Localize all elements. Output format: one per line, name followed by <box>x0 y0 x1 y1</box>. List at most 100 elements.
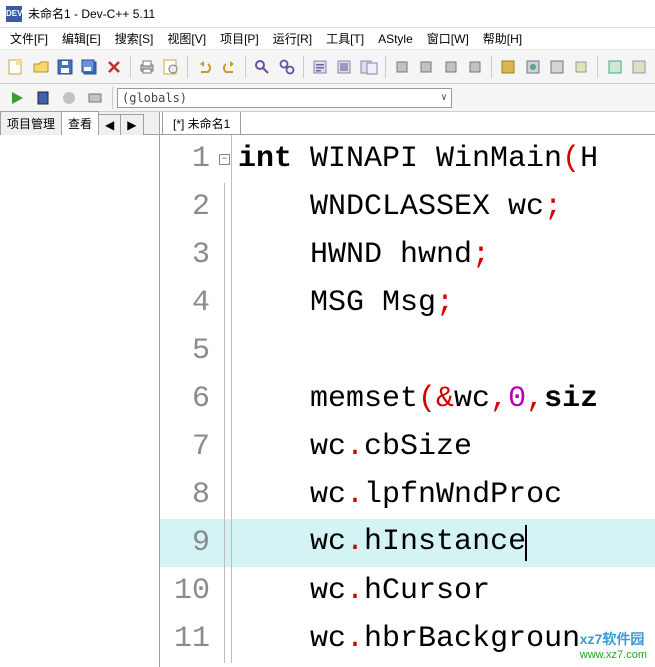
code-line[interactable]: 11 wc.hbrBackgroun <box>160 615 655 663</box>
debug-out-icon[interactable] <box>465 56 485 78</box>
separator <box>597 56 598 78</box>
code-editor[interactable]: 1−int WINAPI WinMain(H2 WNDCLASSEX wc;3 … <box>160 134 655 667</box>
fold-gutter <box>218 183 232 231</box>
menu-window[interactable]: 窗口[W] <box>421 28 475 49</box>
code-text: HWND hwnd; <box>232 238 490 272</box>
run-play-icon[interactable] <box>6 87 28 109</box>
fold-gutter <box>218 471 232 519</box>
close-icon[interactable] <box>103 56 123 78</box>
line-number: 9 <box>160 526 218 560</box>
line-number: 1 <box>160 142 218 176</box>
toolbar-c-icon[interactable] <box>547 56 567 78</box>
debug-into-icon[interactable] <box>440 56 460 78</box>
run-icon[interactable] <box>334 56 354 78</box>
line-number: 4 <box>160 286 218 320</box>
fold-gutter <box>218 615 232 663</box>
undo-icon[interactable] <box>194 56 214 78</box>
find-icon[interactable] <box>252 56 272 78</box>
code-line[interactable]: 9 wc.hInstance <box>160 519 655 567</box>
code-text: WNDCLASSEX wc; <box>232 190 562 224</box>
code-line[interactable]: 7 wc.cbSize <box>160 423 655 471</box>
separator <box>385 56 386 78</box>
code-text: memset(&wc,0,siz <box>232 382 598 416</box>
line-number: 2 <box>160 190 218 224</box>
print-icon[interactable] <box>137 56 157 78</box>
combo-text: (globals) <box>122 91 187 105</box>
sidebar-nav-left[interactable]: ◀ <box>98 114 121 135</box>
debug-step-icon[interactable] <box>392 56 412 78</box>
code-text: int WINAPI WinMain(H <box>232 142 598 176</box>
stop-icon[interactable] <box>58 87 80 109</box>
sidebar-tabs: 项目管理 查看 ◀ ▶ <box>0 112 159 134</box>
toolbar-main <box>0 50 655 84</box>
toolbar-d-icon[interactable] <box>571 56 591 78</box>
chevron-down-icon: ∨ <box>441 92 447 103</box>
debug-book-icon[interactable] <box>32 87 54 109</box>
code-line[interactable]: 8 wc.lpfnWndProc <box>160 471 655 519</box>
debug-over-icon[interactable] <box>416 56 436 78</box>
code-text: MSG Msg; <box>232 286 454 320</box>
debug-toggle-icon[interactable] <box>84 87 106 109</box>
menu-astyle[interactable]: AStyle <box>372 30 419 48</box>
sidebar-tab-view[interactable]: 查看 <box>61 111 99 135</box>
compile-run-icon[interactable] <box>358 56 378 78</box>
line-number: 11 <box>160 622 218 656</box>
menu-file[interactable]: 文件[F] <box>4 28 54 49</box>
editor-area: [*] 未命名1 1−int WINAPI WinMain(H2 WNDCLAS… <box>160 112 655 667</box>
sidebar: 项目管理 查看 ◀ ▶ <box>0 112 160 667</box>
compile-icon[interactable] <box>310 56 330 78</box>
menubar: 文件[F] 编辑[E] 搜索[S] 视图[V] 项目[P] 运行[R] 工具[T… <box>0 28 655 50</box>
fold-gutter <box>218 423 232 471</box>
code-line[interactable]: 1−int WINAPI WinMain(H <box>160 135 655 183</box>
save-all-icon[interactable] <box>79 56 99 78</box>
editor-tab-file1[interactable]: [*] 未命名1 <box>162 112 241 135</box>
code-line[interactable]: 6 memset(&wc,0,siz <box>160 375 655 423</box>
sidebar-tab-project[interactable]: 项目管理 <box>0 111 62 135</box>
menu-project[interactable]: 项目[P] <box>214 28 265 49</box>
menu-run[interactable]: 运行[R] <box>267 28 318 49</box>
fold-gutter <box>218 279 232 327</box>
code-line[interactable]: 2 WNDCLASSEX wc; <box>160 183 655 231</box>
goto-icon[interactable] <box>604 56 624 78</box>
code-line[interactable]: 4 MSG Msg; <box>160 279 655 327</box>
line-number: 7 <box>160 430 218 464</box>
new-file-icon[interactable] <box>6 56 26 78</box>
code-text: wc.hInstance <box>232 525 527 561</box>
toolbar-b-icon[interactable] <box>522 56 542 78</box>
code-line[interactable]: 10 wc.hCursor <box>160 567 655 615</box>
separator <box>245 56 246 78</box>
fold-toggle-icon[interactable]: − <box>219 154 230 165</box>
line-number: 5 <box>160 334 218 368</box>
titlebar: DEV 未命名1 - Dev-C++ 5.11 <box>0 0 655 28</box>
line-number: 6 <box>160 382 218 416</box>
app-icon: DEV <box>6 6 22 22</box>
fold-gutter <box>218 519 232 567</box>
main-area: 项目管理 查看 ◀ ▶ [*] 未命名1 1−int WINAPI WinMai… <box>0 112 655 667</box>
bookmark-icon[interactable] <box>629 56 649 78</box>
menu-view[interactable]: 视图[V] <box>161 28 212 49</box>
code-text: wc.lpfnWndProc <box>232 478 562 512</box>
replace-icon[interactable] <box>276 56 296 78</box>
window-title: 未命名1 - Dev-C++ 5.11 <box>28 5 155 22</box>
line-number: 3 <box>160 238 218 272</box>
toolbar-run: (globals) ∨ <box>0 84 655 112</box>
globals-combo[interactable]: (globals) ∨ <box>117 88 452 108</box>
fold-gutter <box>218 567 232 615</box>
open-file-icon[interactable] <box>30 56 50 78</box>
separator <box>112 87 113 109</box>
toolbar-a-icon[interactable] <box>498 56 518 78</box>
menu-help[interactable]: 帮助[H] <box>477 28 528 49</box>
fold-gutter <box>218 375 232 423</box>
code-line[interactable]: 3 HWND hwnd; <box>160 231 655 279</box>
code-text: wc.hbrBackgroun <box>232 622 580 656</box>
menu-edit[interactable]: 编辑[E] <box>56 28 107 49</box>
separator <box>130 56 131 78</box>
menu-tools[interactable]: 工具[T] <box>320 28 370 49</box>
redo-icon[interactable] <box>219 56 239 78</box>
code-line[interactable]: 5 <box>160 327 655 375</box>
properties-icon[interactable] <box>161 56 181 78</box>
save-icon[interactable] <box>55 56 75 78</box>
separator <box>187 56 188 78</box>
menu-search[interactable]: 搜索[S] <box>109 28 160 49</box>
sidebar-nav-right[interactable]: ▶ <box>120 114 143 135</box>
